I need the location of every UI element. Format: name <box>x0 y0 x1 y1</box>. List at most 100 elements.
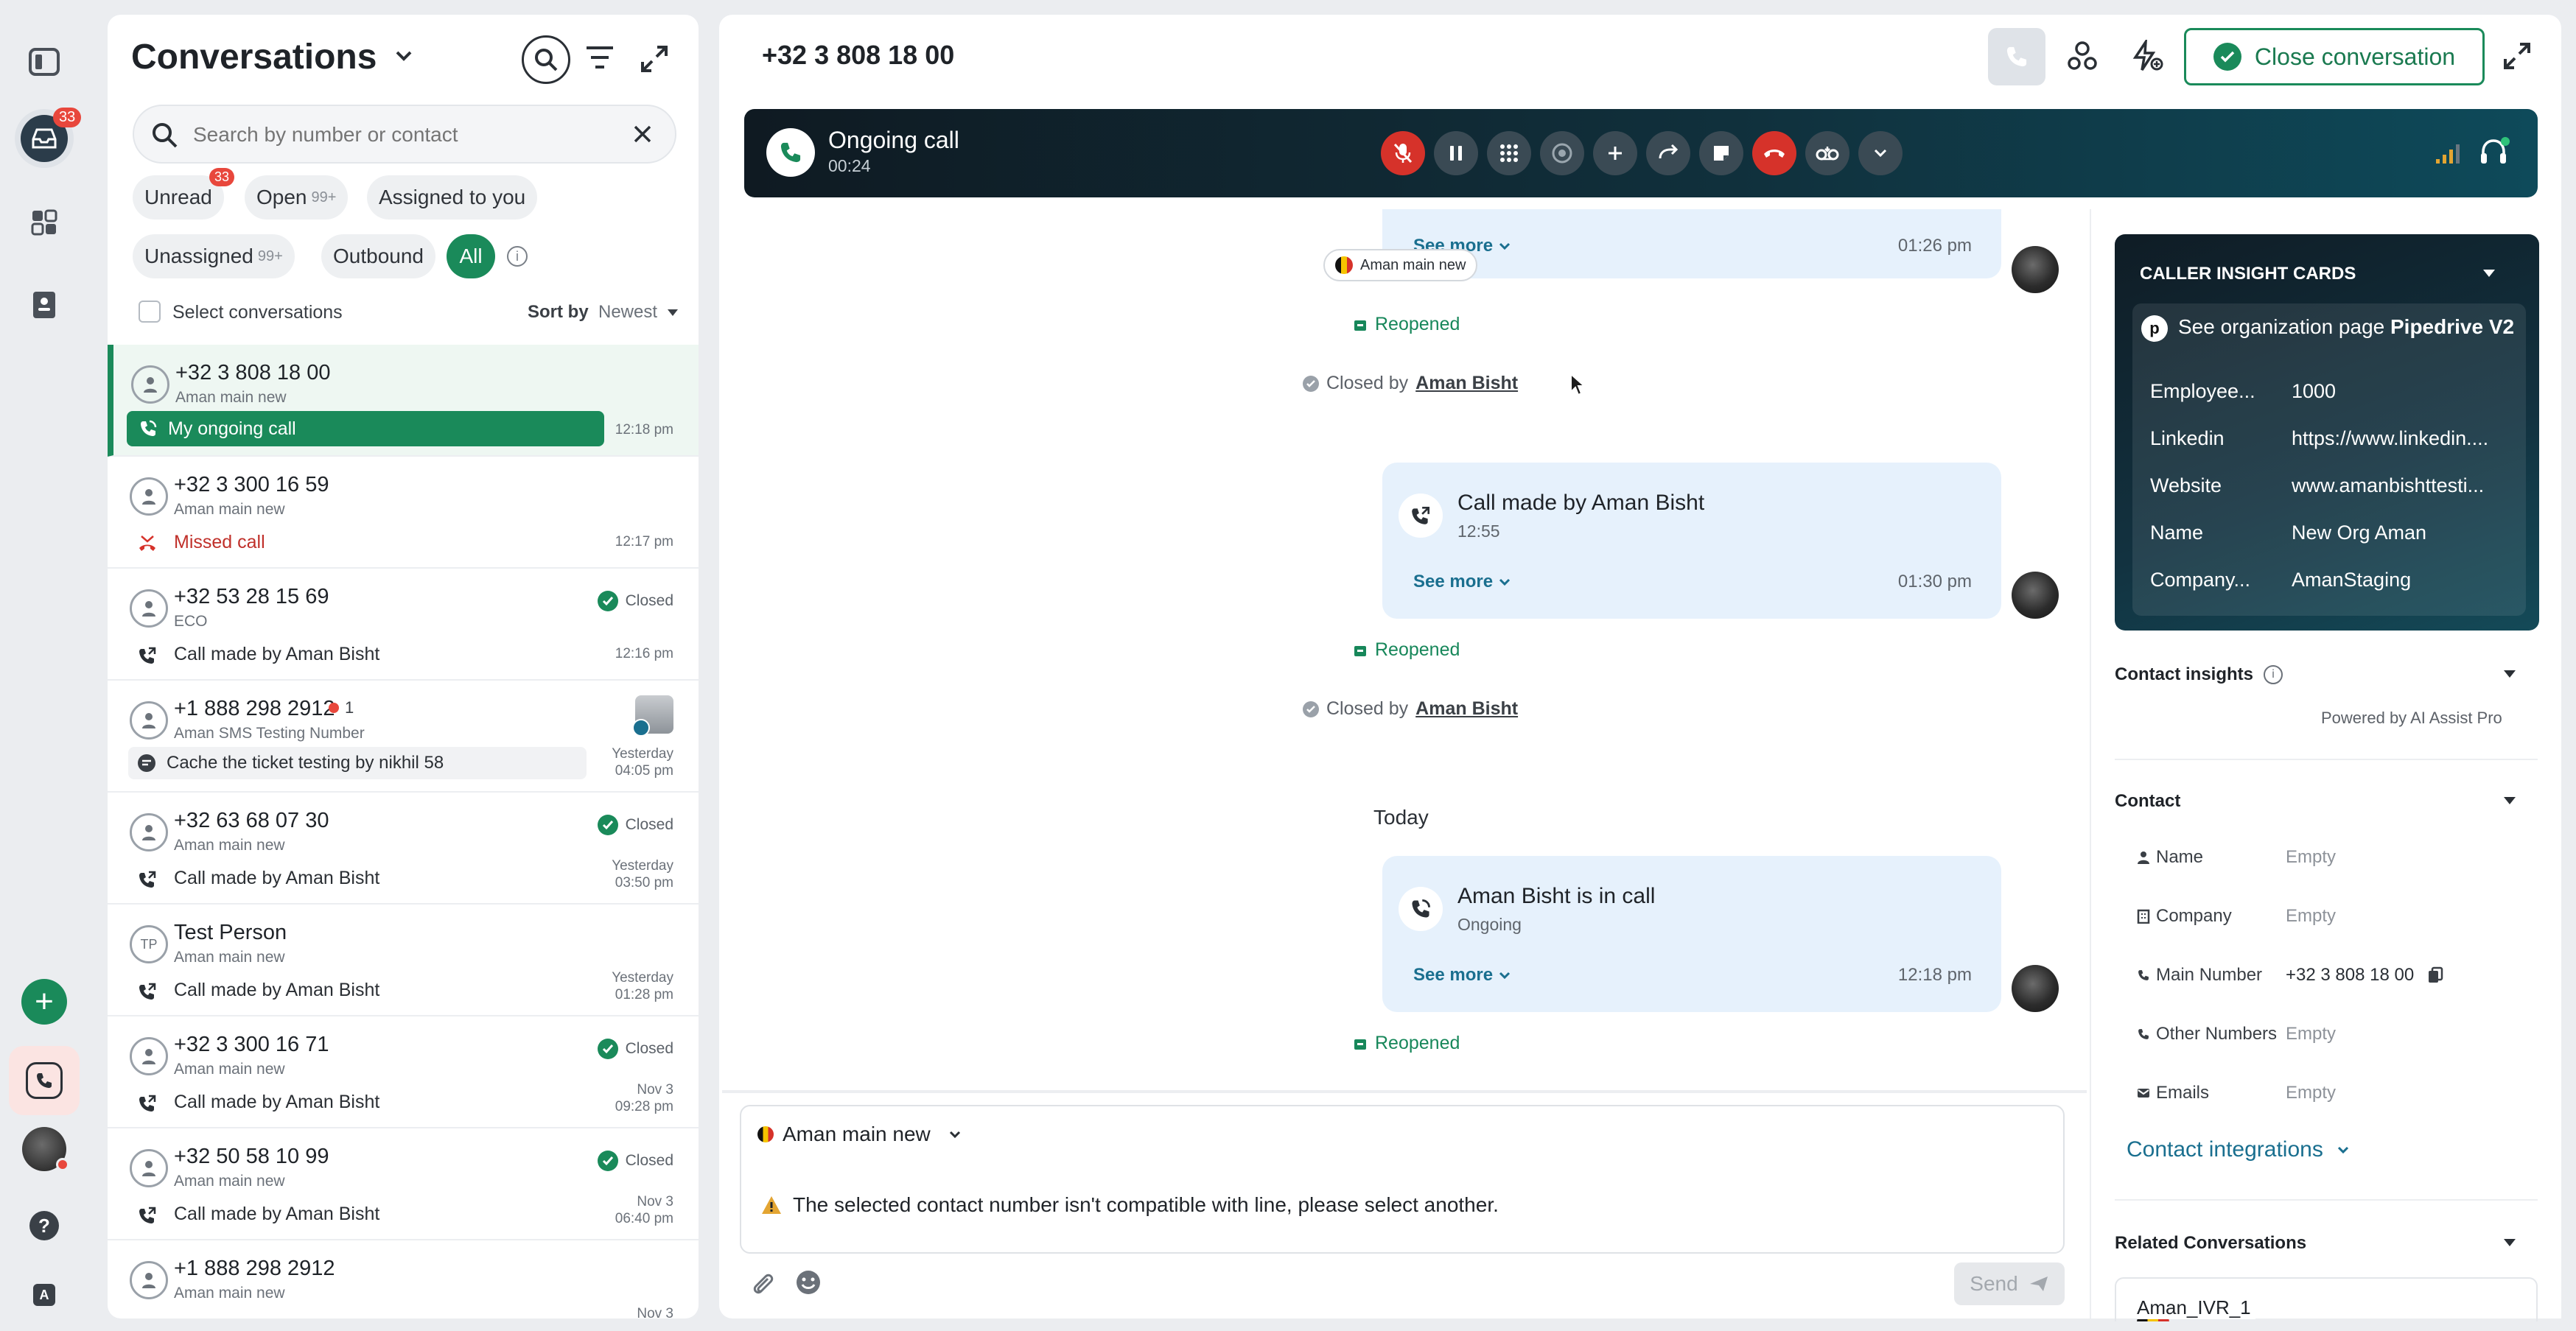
conversation-number: +1 888 298 2912 <box>174 1257 335 1280</box>
ongoing-call-pill[interactable]: My ongoing call <box>127 411 604 446</box>
add-participant-button[interactable] <box>1593 131 1637 175</box>
contacts-book-icon[interactable] <box>15 275 74 334</box>
info-icon[interactable]: i <box>2264 665 2283 684</box>
keypad-button[interactable] <box>1487 131 1531 175</box>
search-input[interactable] <box>192 116 604 153</box>
insight-value[interactable]: https://www.linkedin.... <box>2292 427 2488 450</box>
filter-assigned[interactable]: Assigned to you <box>367 175 538 220</box>
related-conversations-toggle-icon[interactable] <box>2504 1239 2516 1246</box>
search-toggle-icon[interactable] <box>522 35 570 84</box>
contact-emails-value[interactable]: Empty <box>2286 1083 2336 1103</box>
voicemail-icon <box>1816 147 1839 161</box>
closed-by-name[interactable]: Aman Bisht <box>1415 373 1518 394</box>
line-selector[interactable]: Aman main new <box>757 1123 962 1146</box>
headset-icon[interactable] <box>2477 137 2510 169</box>
insight-value[interactable]: www.amanbishttesti... <box>2292 474 2484 497</box>
contact-avatar <box>130 1149 168 1187</box>
conversation-item[interactable]: +1 888 298 2912 Aman main new Nov 3 <box>108 1240 699 1318</box>
conversation-time: Nov 3 <box>637 1306 673 1318</box>
send-button[interactable]: Send <box>1954 1262 2065 1305</box>
contact-insights-toggle-icon[interactable] <box>2504 670 2516 678</box>
expand-icon[interactable] <box>640 44 669 74</box>
filter-outbound[interactable]: Outbound <box>321 234 435 278</box>
unread-badge: 33 <box>209 168 235 186</box>
inbox-nav[interactable]: 33 <box>15 108 82 168</box>
insight-collapse-icon[interactable] <box>2483 270 2495 277</box>
close-conversation-button[interactable]: Close conversation <box>2184 28 2485 85</box>
add-icon[interactable]: + <box>15 972 74 1031</box>
chevron-down-icon <box>1499 578 1511 586</box>
contact-other-numbers-value[interactable]: Empty <box>2286 1024 2336 1044</box>
outgoing-call-icon <box>139 1207 156 1223</box>
filter-open[interactable]: Open 99+ <box>245 175 349 220</box>
conversation-item[interactable]: +32 53 28 15 69 ECO Closed Call made by … <box>108 569 699 681</box>
notes-button[interactable] <box>1699 131 1743 175</box>
related-conversation-item[interactable]: Aman_IVR_1 <box>2115 1277 2538 1321</box>
organization-page-link[interactable]: See organization page Pipedrive V2 <box>2178 315 2514 339</box>
closed-by-name[interactable]: Aman Bisht <box>1415 698 1518 720</box>
closed-by-event: Closed by Aman Bisht <box>1303 698 1518 720</box>
hang-up-button[interactable] <box>1752 131 1796 175</box>
transfer-button[interactable] <box>1646 131 1690 175</box>
contact-company-value[interactable]: Empty <box>2286 906 2336 927</box>
call-button[interactable] <box>1988 28 2045 85</box>
dialer-button[interactable] <box>9 1046 80 1115</box>
select-all-checkbox[interactable] <box>139 301 161 323</box>
priority-icon[interactable] <box>2131 40 2163 72</box>
voicemail-button[interactable] <box>1805 131 1849 175</box>
mute-button[interactable] <box>1381 131 1425 175</box>
reopen-icon <box>1354 320 1366 331</box>
hold-button[interactable] <box>1434 131 1478 175</box>
conversation-item[interactable]: TP Test Person Aman main new Call made b… <box>108 905 699 1016</box>
contact-section-toggle-icon[interactable] <box>2504 797 2516 804</box>
help-icon[interactable]: ? <box>15 1196 74 1255</box>
conversation-item[interactable]: +32 3 300 16 59 Aman main new Missed cal… <box>108 457 699 569</box>
ongoing-call-bar: Ongoing call 00:24 <box>744 109 2538 197</box>
filter-unassigned[interactable]: Unassigned 99+ <box>133 234 295 278</box>
panel-title: Conversations <box>131 38 377 77</box>
main-number-value: +32 3 808 18 00 <box>2286 965 2415 985</box>
filter-all[interactable]: All <box>447 234 495 278</box>
agent-avatar <box>2012 572 2059 619</box>
record-button[interactable] <box>1540 131 1584 175</box>
ongoing-call-icon <box>1399 887 1443 931</box>
sort-dropdown[interactable]: Newest <box>598 302 679 323</box>
conversation-item[interactable]: +32 50 58 10 99 Aman main new Closed Cal… <box>108 1128 699 1240</box>
conversation-item[interactable]: +1 888 298 2912 1 Aman SMS Testing Numbe… <box>108 681 699 793</box>
contact-name-value[interactable]: Empty <box>2286 847 2336 868</box>
assignee-avatar <box>632 695 673 737</box>
status-label: Closed <box>625 1152 673 1169</box>
see-more-label: See more <box>1413 965 1494 985</box>
check-icon <box>1303 700 1319 717</box>
see-more-link[interactable]: See more <box>1413 965 1511 986</box>
clear-search-icon[interactable] <box>632 124 653 144</box>
assign-agent-icon[interactable] <box>2066 40 2099 72</box>
send-label: Send <box>1970 1272 2018 1295</box>
title-chevron-down-icon[interactable] <box>395 50 413 62</box>
related-conversations-title: Related Conversations <box>2115 1233 2307 1253</box>
conversation-item[interactable]: +32 3 300 16 71 Aman main new Closed Cal… <box>108 1016 699 1128</box>
emoji-icon[interactable] <box>794 1268 822 1296</box>
dashboard-icon[interactable] <box>15 193 74 252</box>
insight-value: AmanStaging <box>2292 569 2412 591</box>
conversation-item[interactable]: +32 3 808 18 00 Aman main new My ongoing… <box>108 345 699 457</box>
contact-integrations-label: Contact integrations <box>2127 1137 2323 1162</box>
user-avatar[interactable] <box>15 1120 74 1179</box>
filter-icon[interactable] <box>585 44 615 71</box>
info-icon[interactable]: i <box>507 246 528 267</box>
contact-insights-title: Contact insights i <box>2115 664 2283 685</box>
conversation-last-message: Call made by Aman Bisht <box>174 1092 380 1112</box>
conversation-item[interactable]: +32 63 68 07 30 Aman main new Closed Cal… <box>108 793 699 905</box>
outgoing-call-icon <box>139 1095 156 1111</box>
search-field[interactable] <box>133 105 676 164</box>
contact-integrations-toggle[interactable]: Contact integrations <box>2127 1137 2350 1162</box>
more-actions-button[interactable] <box>1858 131 1903 175</box>
phone-icon <box>2006 46 2027 67</box>
compatibility-warning: The selected contact number isn't compat… <box>760 1193 1499 1217</box>
composer-box[interactable]: Aman main new The selected contact numbe… <box>740 1105 2065 1254</box>
attachment-icon[interactable] <box>750 1270 775 1298</box>
toggle-sidebar-icon[interactable] <box>15 32 74 91</box>
fullscreen-icon[interactable] <box>2502 41 2532 71</box>
see-more-link[interactable]: See more <box>1413 572 1511 592</box>
call-timer: 00:24 <box>828 156 871 175</box>
